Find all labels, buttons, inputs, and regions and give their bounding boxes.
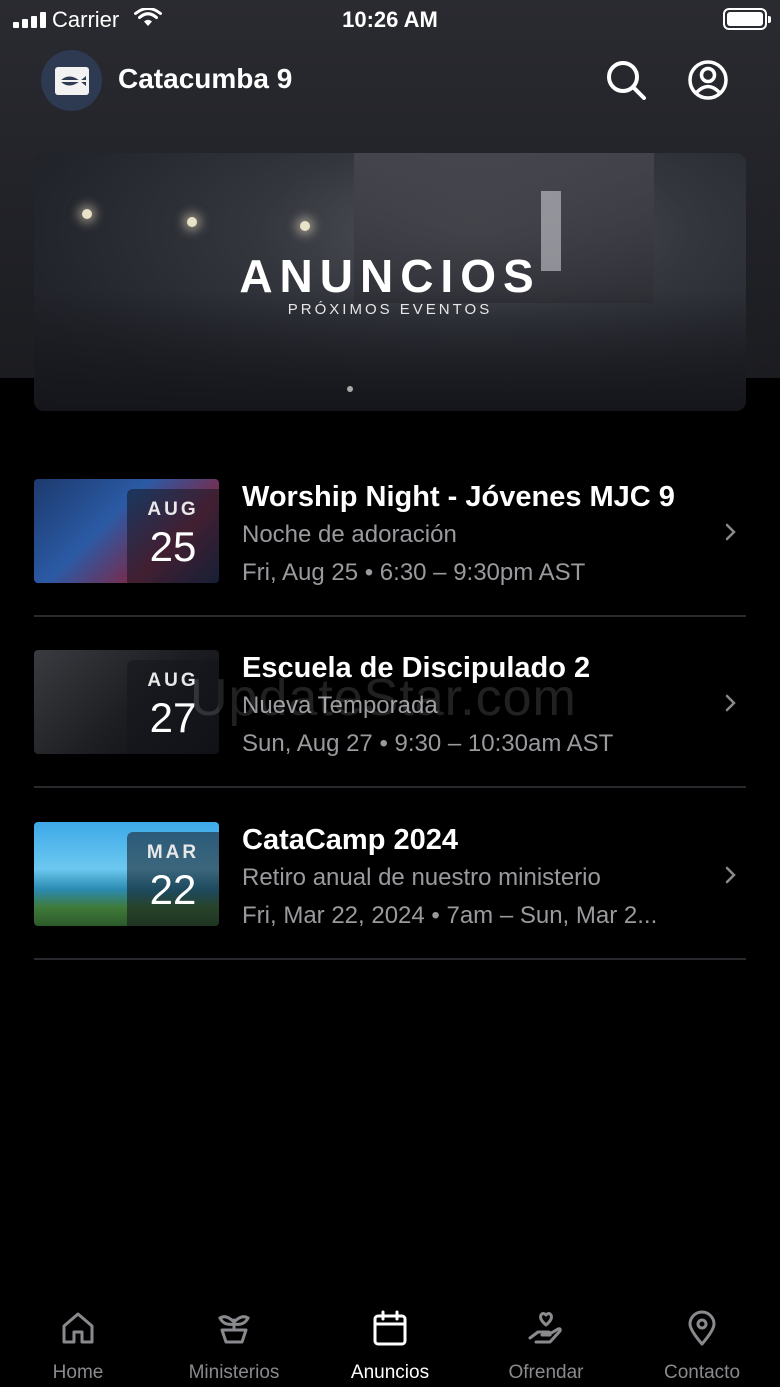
banner-title: ANUNCIOS <box>239 250 541 302</box>
tab-contacto[interactable]: Contacto <box>624 1296 780 1387</box>
search-icon[interactable] <box>604 58 648 102</box>
status-bar: Carrier 10:26 AM <box>0 0 780 40</box>
event-subtitle: Noche de adoración <box>242 521 457 548</box>
event-title: Worship Night - Jóvenes MJC 9 <box>242 481 675 513</box>
event-thumbnail: AUG 25 <box>34 479 219 583</box>
tab-label: Contacto <box>663 1362 741 1383</box>
page-indicator <box>347 386 353 392</box>
divider <box>34 958 746 960</box>
tab-ofrendar[interactable]: Ofrendar <box>468 1296 624 1387</box>
divider <box>34 615 746 617</box>
tab-label: Ministerios <box>188 1362 280 1383</box>
giving-hand-icon <box>528 1312 562 1344</box>
tab-label: Home <box>52 1362 104 1383</box>
event-day: 22 <box>149 866 197 913</box>
event-month: MAR <box>146 842 200 863</box>
event-time: Sun, Aug 27 • 9:30 – 10:30am AST <box>242 730 614 757</box>
tab-label: Anuncios <box>350 1362 430 1383</box>
nav-bar: Catacumba 9 <box>0 44 780 116</box>
tab-ministerios[interactable]: Ministerios <box>156 1296 312 1387</box>
chevron-right-icon <box>725 523 736 541</box>
event-time: Fri, Aug 25 • 6:30 – 9:30pm AST <box>242 559 586 586</box>
chevron-right-icon <box>725 694 736 712</box>
calendar-icon <box>373 1310 407 1346</box>
tab-home[interactable]: Home <box>0 1296 156 1387</box>
banner-subtitle: PRÓXIMOS EVENTOS <box>287 301 493 318</box>
fish-logo-icon <box>41 50 102 111</box>
event-month: AUG <box>147 499 199 520</box>
date-badge: AUG 25 <box>127 489 219 583</box>
date-badge: MAR 22 <box>127 832 219 926</box>
event-row[interactable]: AUG 25 Worship Night - Jóvenes MJC 9 Noc… <box>34 479 746 651</box>
announcements-banner[interactable]: ANUNCIOS PRÓXIMOS EVENTOS <box>34 153 746 411</box>
home-icon <box>62 1312 94 1344</box>
tab-bar: Home Ministerios Anuncios Ofrendar Conta… <box>0 1296 780 1387</box>
divider <box>34 786 746 788</box>
plant-icon <box>218 1315 250 1344</box>
event-day: 25 <box>149 523 197 570</box>
tab-anuncios[interactable]: Anuncios <box>312 1296 468 1387</box>
chevron-right-icon <box>725 866 736 884</box>
battery-icon <box>723 8 771 30</box>
event-row[interactable]: MAR 22 CataCamp 2024 Retiro anual de nue… <box>34 822 746 994</box>
event-time: Fri, Mar 22, 2024 • 7am – Sun, Mar 2... <box>242 902 658 929</box>
event-subtitle: Retiro anual de nuestro ministerio <box>242 864 601 891</box>
status-time: 10:26 AM <box>342 7 438 32</box>
event-thumbnail: MAR 22 <box>34 822 219 926</box>
app-title: Catacumba 9 <box>118 63 293 94</box>
tab-label: Ofrendar <box>508 1362 584 1383</box>
watermark: UpdateStar.com <box>190 669 577 727</box>
event-title: CataCamp 2024 <box>242 824 458 856</box>
account-icon[interactable] <box>686 58 730 102</box>
location-pin-icon <box>688 1310 716 1346</box>
